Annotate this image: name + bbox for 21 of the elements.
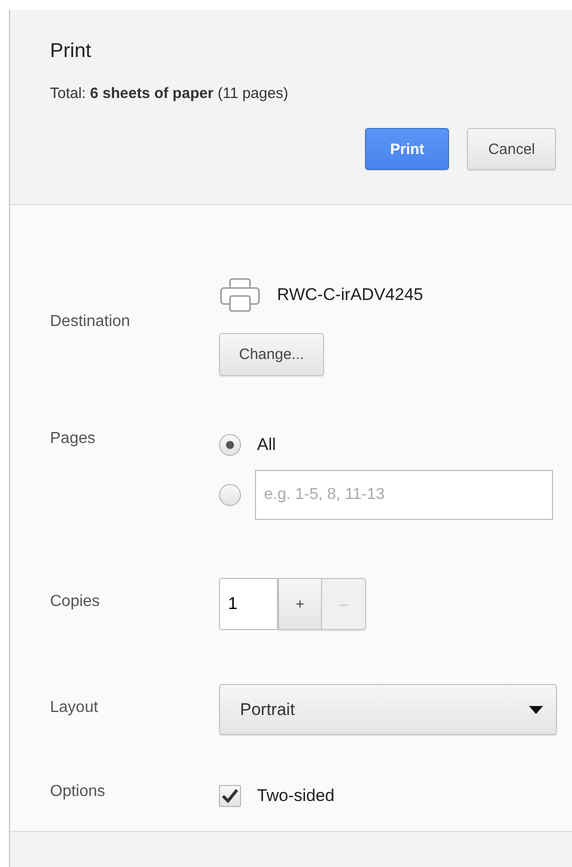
copies-field[interactable]: 1 — [219, 578, 278, 630]
setting-label: Options — [50, 783, 106, 801]
caret-icon — [529, 706, 543, 714]
setting-label: Destination — [50, 313, 132, 331]
radio-label: All — [257, 435, 276, 455]
checkbox[interactable] — [219, 785, 241, 807]
radio-button[interactable] — [219, 484, 241, 506]
change-button[interactable]: Change... — [219, 333, 324, 376]
checkbox-label: Two-sided — [257, 786, 334, 806]
radio-button[interactable] — [219, 434, 241, 456]
dialog-title: Print — [50, 40, 92, 63]
page-range-field[interactable]: e.g. 1-5, 8, 11-13 — [255, 470, 553, 520]
total-summary: Total: 6 sheets of paper (11 pages) — [50, 85, 290, 102]
cancel-button[interactable]: Cancel — [467, 128, 556, 170]
setting-label: Copies — [50, 593, 101, 611]
increment-button[interactable]: + — [278, 578, 322, 630]
setting-label: Pages — [50, 430, 96, 448]
printer-name: RWC-C-irADV4245 — [277, 285, 424, 305]
printer-icon — [219, 277, 261, 313]
setting-label: Layout — [50, 699, 100, 717]
layout-dropdown[interactable]: Portrait — [219, 684, 557, 735]
